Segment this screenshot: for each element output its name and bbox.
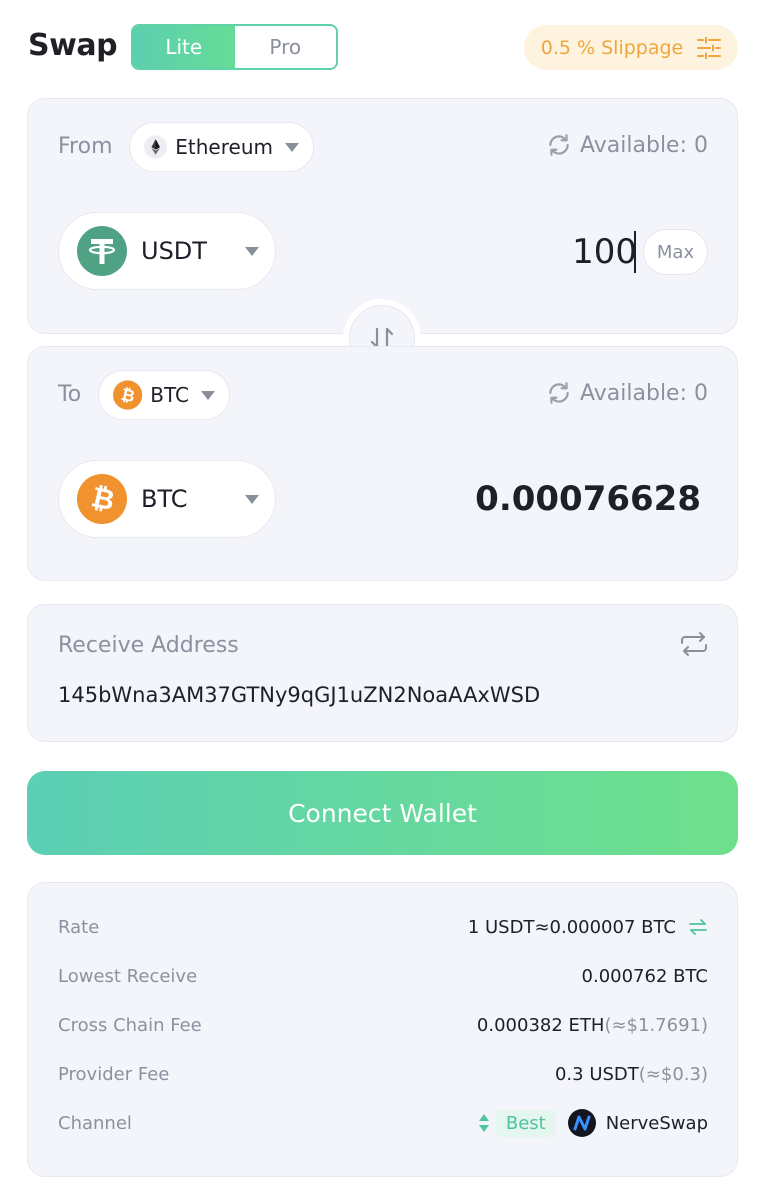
from-token-name: USDT: [141, 237, 207, 265]
info-row-cross-chain-fee: Cross Chain Fee 0.000382 ETH (≈$1.7691): [58, 1010, 708, 1040]
to-token-name: BTC: [141, 485, 188, 513]
refresh-icon[interactable]: [546, 380, 572, 406]
provider-fee-usd: (≈$0.3): [638, 1063, 708, 1085]
channel-label: Channel: [58, 1112, 132, 1134]
to-amount: 0.00076628: [475, 479, 701, 519]
tab-lite[interactable]: Lite: [133, 26, 235, 68]
channel-name: NerveSwap: [605, 1112, 708, 1134]
receive-address-card: Receive Address 145bWna3AM37GTNy9qGJ1uZN…: [27, 604, 738, 742]
info-row-channel: Channel Best NerveSwap: [58, 1108, 708, 1138]
usdt-icon: [77, 226, 127, 276]
cross-chain-fee-label: Cross Chain Fee: [58, 1014, 202, 1036]
from-available-text: Available: 0: [580, 132, 708, 158]
chevron-down-icon: [285, 142, 299, 152]
max-button[interactable]: Max: [643, 229, 708, 275]
bitcoin-icon: ₿: [113, 380, 143, 410]
ethereum-icon: [144, 135, 168, 159]
from-chain-name: Ethereum: [175, 135, 273, 159]
chevron-down-icon: [245, 246, 259, 256]
nerveswap-logo-icon: [567, 1109, 596, 1137]
rate-toggle-icon[interactable]: [688, 919, 708, 935]
lowest-receive-label: Lowest Receive: [58, 965, 198, 987]
cross-chain-fee-value: 0.000382 ETH: [476, 1014, 605, 1036]
connect-wallet-button[interactable]: Connect Wallet: [27, 771, 738, 855]
page-title: Swap: [28, 28, 118, 63]
to-label: To: [58, 382, 82, 407]
address-swap-icon[interactable]: [679, 631, 709, 657]
info-row-lowest-receive: Lowest Receive 0.000762 BTC: [58, 961, 708, 991]
from-available: Available: 0: [546, 132, 708, 158]
provider-fee-label: Provider Fee: [58, 1063, 170, 1085]
from-label: From: [58, 134, 113, 159]
channel-select[interactable]: Best NerveSwap: [478, 1109, 708, 1137]
chevron-down-icon: [201, 390, 215, 400]
tab-pro[interactable]: Pro: [234, 26, 336, 68]
receive-address-value[interactable]: 145bWna3AM37GTNy9qGJ1uZN2NoaAAxWSD: [58, 683, 540, 707]
to-available: Available: 0: [546, 380, 708, 406]
slippage-label: 0.5 % Slippage: [540, 36, 684, 59]
slippage-button[interactable]: 0.5 % Slippage: [524, 25, 738, 70]
to-chain-name: BTC: [150, 383, 189, 407]
receive-address-label: Receive Address: [58, 633, 239, 658]
from-chain-select[interactable]: Ethereum: [129, 122, 314, 172]
from-token-select[interactable]: USDT: [58, 212, 276, 290]
best-badge: Best: [495, 1109, 556, 1137]
swap-info-card: Rate 1 USDT≈0.000007 BTC Lowest Receive …: [27, 882, 738, 1177]
rate-label: Rate: [58, 916, 100, 938]
lowest-receive-value: 0.000762 BTC: [581, 965, 708, 987]
to-token-select[interactable]: ₿ BTC: [58, 460, 276, 538]
info-row-rate: Rate 1 USDT≈0.000007 BTC: [58, 912, 708, 942]
chevron-down-icon: [245, 494, 259, 504]
refresh-icon[interactable]: [546, 132, 572, 158]
info-row-provider-fee: Provider Fee 0.3 USDT (≈$0.3): [58, 1059, 708, 1089]
sliders-icon: [697, 36, 722, 59]
text-cursor: [634, 231, 636, 273]
from-amount-input[interactable]: [417, 232, 637, 272]
to-card: To ₿ BTC Available: 0 ₿ BTC 0.00076628: [27, 346, 738, 581]
to-available-text: Available: 0: [580, 380, 708, 406]
mode-toggle: Lite Pro: [131, 24, 338, 70]
provider-fee-value: 0.3 USDT: [554, 1063, 639, 1085]
bitcoin-icon: ₿: [77, 474, 127, 524]
sort-icon: [478, 1114, 489, 1132]
rate-value: 1 USDT≈0.000007 BTC: [467, 916, 676, 938]
to-chain-select[interactable]: ₿ BTC: [98, 370, 230, 420]
header: Swap Lite Pro 0.5 % Slippage: [0, 0, 762, 96]
cross-chain-fee-usd: (≈$1.7691): [604, 1014, 708, 1036]
